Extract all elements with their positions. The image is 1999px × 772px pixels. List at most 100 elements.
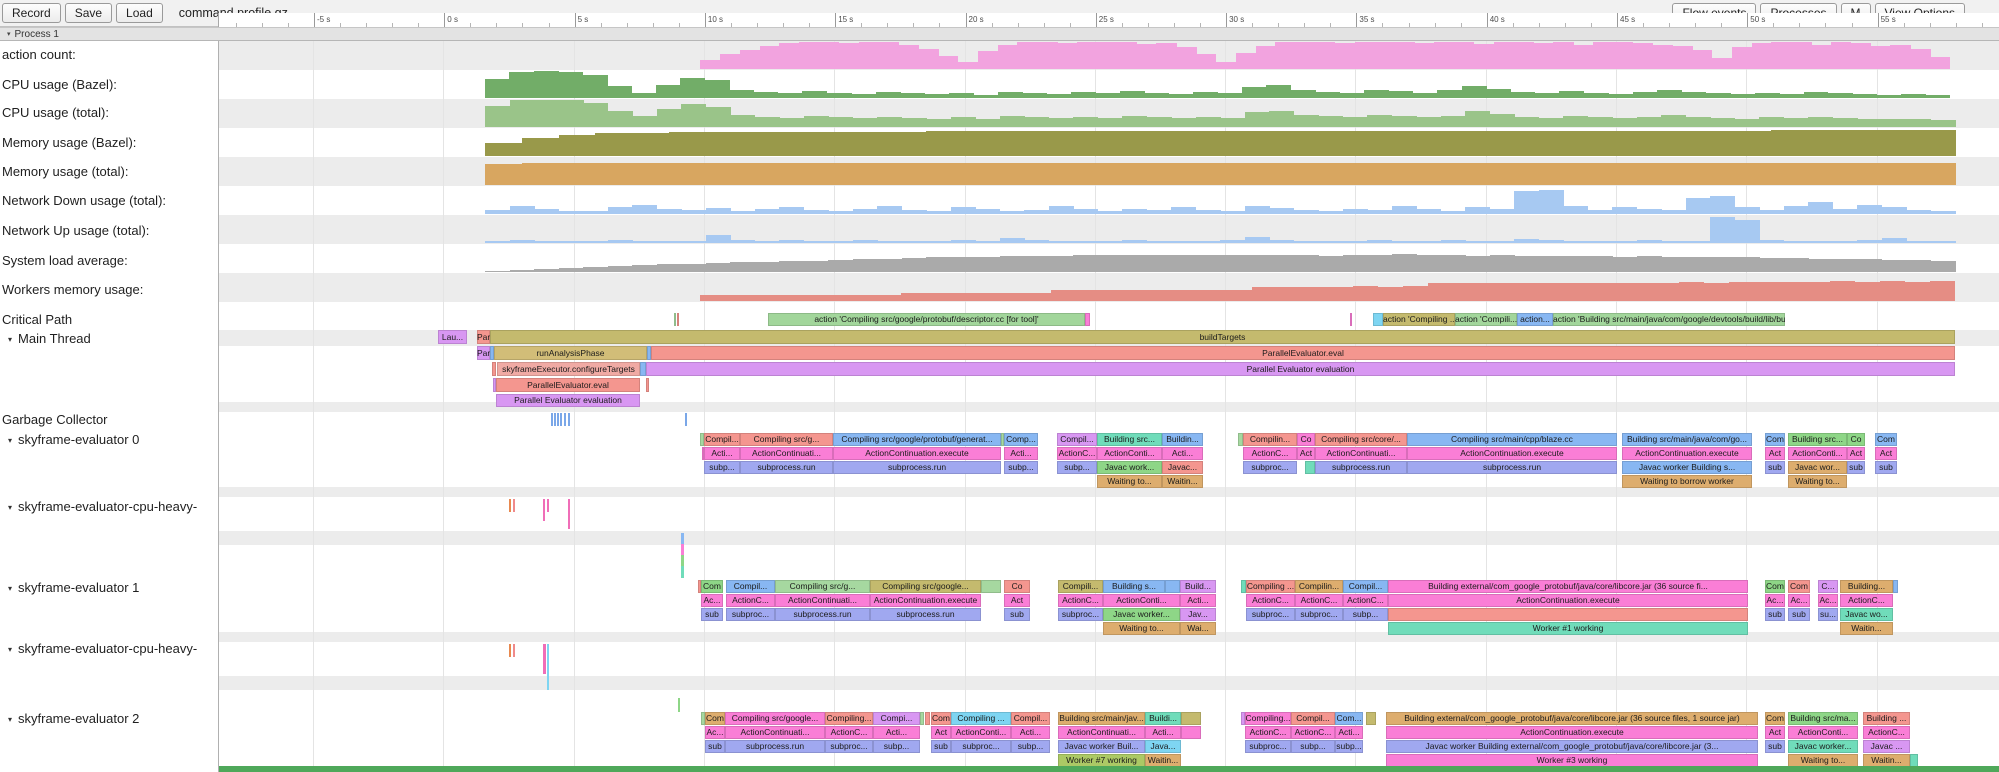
slice-skyframe-evaluator-1[interactable]: Compiling ... [1246,580,1295,593]
timeline-ruler[interactable]: -5 s0 s5 s10 s15 s20 s25 s30 s35 s40 s45… [218,13,1999,27]
slice-skyframe-evaluator-1[interactable] [981,580,1001,593]
slice-skyframe-evaluator-1[interactable]: Wai... [1180,622,1216,635]
slice-skyframe-evaluator-2[interactable]: sub [1765,740,1785,753]
track-label-skyframe-evaluator-2[interactable]: ▾skyframe-evaluator 2 [8,711,139,726]
counter-track-cpu-usage-total[interactable] [485,99,1955,128]
slice-skyframe-evaluator-1[interactable]: ActionC... [1343,594,1388,607]
slice-skyframe-evaluator-0[interactable]: ActionContinuation.execute [1407,447,1617,460]
slice-skyframe-evaluator-1[interactable]: ActionC... [1058,594,1103,607]
slice-skyframe-evaluator-1[interactable]: ActionContinuation.execute [1388,594,1748,607]
record-button[interactable]: Record [2,3,61,23]
slice-critical-path[interactable]: action 'Compili... [1455,313,1517,326]
slice-skyframe-evaluator-2[interactable]: Acti... [1011,726,1050,739]
slice-skyframe-evaluator-0[interactable]: Compiling src/main/cpp/blaze.cc [1407,433,1617,446]
slice-skyframe-evaluator-2[interactable]: subproc... [825,740,873,753]
slice-skyframe-evaluator-1[interactable]: Compili... [1058,580,1103,593]
slice-skyframe-evaluator-2[interactable]: ActionContinuati... [725,726,825,739]
slice-skyframe-evaluator-2[interactable]: Acti... [873,726,920,739]
slice-skyframe-evaluator-0[interactable]: Act [1875,447,1897,460]
event-tick[interactable] [681,566,684,578]
slice-skyframe-evaluator-1[interactable] [1165,580,1180,593]
slice-skyframe-evaluator-2[interactable]: Javac worker... [1788,740,1858,753]
slice-main-thread[interactable]: Par [477,330,490,344]
slice-skyframe-evaluator-0[interactable]: Acti... [1162,447,1203,460]
slice-skyframe-evaluator-2[interactable] [1366,712,1376,725]
track-label-skyframe-evaluator-1[interactable]: ▾skyframe-evaluator 1 [8,580,139,595]
slice-skyframe-evaluator-2[interactable]: Com [1765,712,1785,725]
slice-skyframe-evaluator-1[interactable]: subprocess.run [870,608,981,621]
slice-skyframe-evaluator-2[interactable]: Com [705,712,725,725]
load-button[interactable]: Load [116,3,163,23]
slice-skyframe-evaluator-2[interactable] [925,712,930,725]
slice-skyframe-evaluator-1[interactable]: subproc... [726,608,775,621]
event-tick[interactable] [547,644,549,690]
track-label-skyframe-evaluator-0[interactable]: ▾skyframe-evaluator 0 [8,432,139,447]
slice-skyframe-evaluator-0[interactable]: Waitin... [1162,475,1203,488]
slice-skyframe-evaluator-0[interactable]: Compiling src/google/protobuf/generat... [833,433,1001,446]
slice-main-thread[interactable]: Lau... [438,330,467,344]
slice-critical-path[interactable]: action... [1517,313,1553,326]
slice-skyframe-evaluator-1[interactable]: ActionC... [726,594,775,607]
slice-main-thread[interactable]: ParallelEvaluator.eval [496,378,640,392]
slice-main-thread[interactable]: Parallel Evaluator evaluation [646,362,1955,376]
slice-skyframe-evaluator-0[interactable]: ActionContinuation.execute [1622,447,1752,460]
slice-skyframe-evaluator-2[interactable] [1181,726,1201,739]
slice-skyframe-evaluator-1[interactable]: Compil... [1343,580,1388,593]
slice-skyframe-evaluator-0[interactable]: subproc... [1243,461,1297,474]
slice-skyframe-evaluator-1[interactable]: Ac... [1818,594,1838,607]
slice-skyframe-evaluator-0[interactable]: sub [1765,461,1785,474]
event-tick[interactable] [685,413,687,426]
process-header-bar[interactable]: ▾ Process 1 [0,27,1999,41]
counter-track-cpu-usage-bazel[interactable] [485,70,1950,99]
slice-skyframe-evaluator-0[interactable]: Act [1765,447,1785,460]
slice-skyframe-evaluator-1[interactable]: sub [1765,608,1785,621]
slice-skyframe-evaluator-2[interactable] [920,712,924,725]
slice-skyframe-evaluator-2[interactable]: Javac worker Buil... [1058,740,1145,753]
counter-track-workers-memory-usage[interactable] [700,273,1955,302]
slice-skyframe-evaluator-1[interactable]: Com [1788,580,1810,593]
event-tick[interactable] [543,499,545,521]
slice-skyframe-evaluator-0[interactable]: Javac... [1162,461,1203,474]
slice-skyframe-evaluator-1[interactable]: subproc... [1295,608,1343,621]
slice-critical-path[interactable] [1373,313,1383,326]
slice-skyframe-evaluator-1[interactable]: Compiling src/google... [870,580,981,593]
slice-skyframe-evaluator-2[interactable]: Javac worker Building external/com_googl… [1386,740,1758,753]
slice-skyframe-evaluator-2[interactable]: Buildi... [1145,712,1181,725]
slice-skyframe-evaluator-0[interactable]: ActionC... [1057,447,1097,460]
slice-skyframe-evaluator-2[interactable]: Com... [1335,712,1363,725]
slice-skyframe-evaluator-0[interactable]: Building src... [1097,433,1162,446]
slice-critical-path[interactable]: action 'Compiling src/google/protobuf/de… [768,313,1085,326]
event-tick[interactable] [557,413,559,426]
slice-skyframe-evaluator-1[interactable]: Javac worker... [1103,608,1180,621]
slice-skyframe-evaluator-1[interactable]: subp... [1343,608,1388,621]
slice-skyframe-evaluator-1[interactable]: Waiting to... [1103,622,1180,635]
slice-skyframe-evaluator-2[interactable]: subp... [1291,740,1335,753]
slice-skyframe-evaluator-0[interactable]: Compiling src/g... [740,433,833,446]
counter-track-network-down-usage[interactable] [485,186,1955,215]
slice-skyframe-evaluator-1[interactable]: Building... [1840,580,1893,593]
slice-skyframe-evaluator-2[interactable]: Compiling... [825,712,873,725]
slice-skyframe-evaluator-2[interactable]: Compil... [1011,712,1050,725]
slice-skyframe-evaluator-0[interactable]: Compilin... [1243,433,1297,446]
slice-skyframe-evaluator-2[interactable]: Compil... [1291,712,1335,725]
event-tick[interactable] [513,499,515,512]
slice-critical-path[interactable]: action 'Building src/main/java/com/googl… [1553,313,1785,326]
event-tick[interactable] [568,413,570,426]
slice-skyframe-evaluator-0[interactable]: subprocess.run [833,461,1001,474]
event-tick[interactable] [513,644,515,657]
slice-skyframe-evaluator-2[interactable]: ActionContinuation.execute [1386,726,1758,739]
slice-main-thread[interactable]: Parallel Evaluator evaluation [496,394,640,407]
slice-skyframe-evaluator-0[interactable]: subp... [1004,461,1038,474]
slice-skyframe-evaluator-0[interactable]: ActionContinuati... [740,447,833,460]
slice-critical-path[interactable] [674,313,676,326]
slice-skyframe-evaluator-2[interactable]: subproc... [951,740,1011,753]
slice-skyframe-evaluator-0[interactable]: Compil... [1057,433,1097,446]
slice-main-thread[interactable]: ParallelEvaluator.eval [651,346,1955,360]
slice-skyframe-evaluator-2[interactable]: Building src/ma... [1788,712,1858,725]
slice-skyframe-evaluator-2[interactable]: ActionC... [1245,726,1291,739]
slice-skyframe-evaluator-1[interactable]: sub [1788,608,1810,621]
counter-track-action-count[interactable] [700,41,1950,70]
event-tick[interactable] [564,413,566,426]
slice-skyframe-evaluator-1[interactable]: Compiling src/g... [775,580,870,593]
track-label-skyframe-evaluator-cpu-heavy-[interactable]: ▾skyframe-evaluator-cpu-heavy- [8,499,197,514]
